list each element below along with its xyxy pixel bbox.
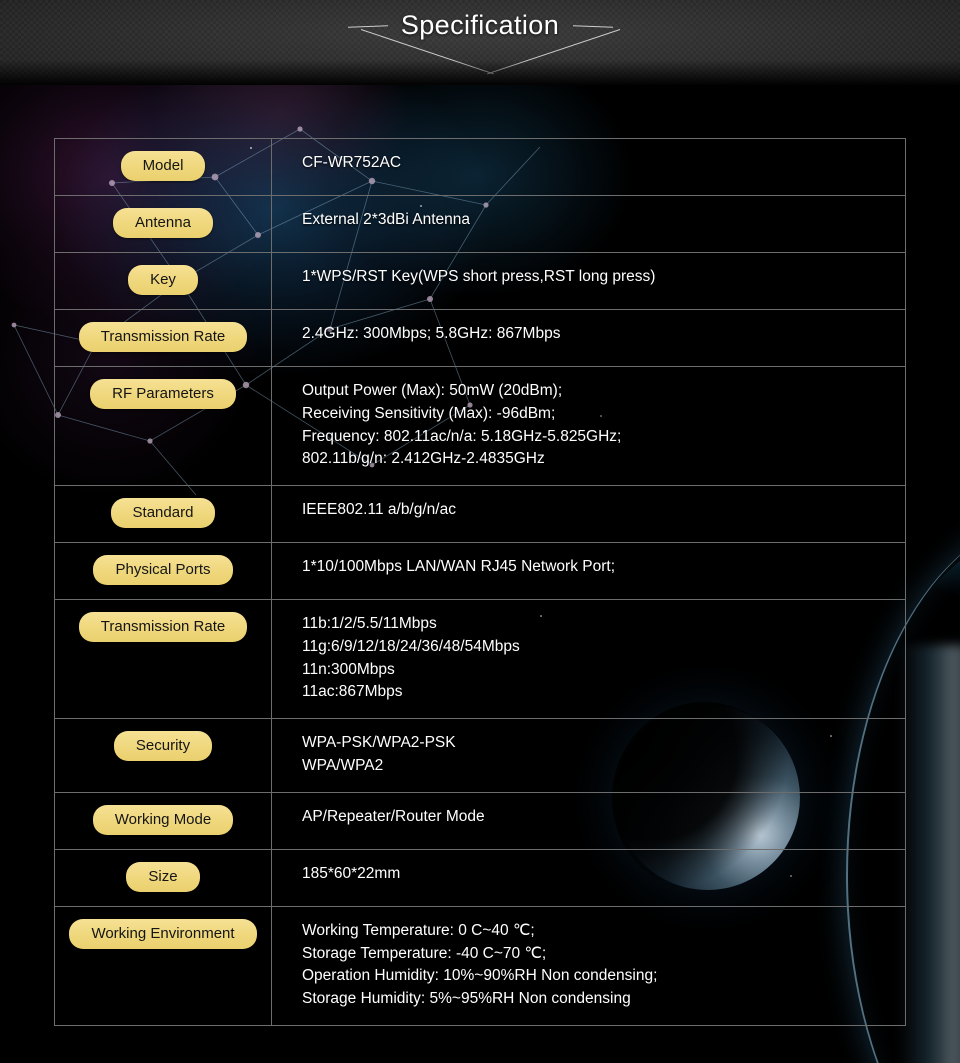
spec-label-cell: Security	[54, 718, 272, 793]
table-row: Transmission Rate 2.4GHz: 300Mbps; 5.8GH…	[54, 309, 906, 367]
spec-value-text: IEEE802.11 a/b/g/n/ac	[302, 501, 456, 519]
spec-value-text: 185*60*22mm	[302, 864, 401, 882]
spec-label-pill: Transmission Rate	[78, 612, 248, 643]
spec-label-pill: RF Parameters	[90, 379, 236, 409]
specification-table: Model CF-WR752AC Antenna External 2*3dBi…	[54, 138, 906, 1026]
table-row: Standard IEEE802.11 a/b/g/n/ac	[54, 485, 906, 544]
spec-value-text: CF-WR752AC	[302, 154, 402, 171]
spec-value-cell: CF-WR752AC	[271, 138, 906, 196]
spec-label-pill: Transmission Rate	[78, 322, 248, 352]
spec-value-text: WPA-PSK/WPA2-PSK WPA/WPA2	[302, 734, 456, 775]
spec-label-cell: Physical Ports	[54, 542, 272, 601]
spec-value-cell: Working Temperature: 0 C~40 ℃; Storage T…	[271, 905, 906, 1026]
table-row: Size 185*60*22mm	[54, 848, 906, 907]
spec-value-cell: 1*10/100Mbps LAN/WAN RJ45 Network Port;	[271, 542, 906, 601]
spec-value-cell: AP/Repeater/Router Mode	[271, 791, 906, 850]
table-row: Transmission Rate 11b:1/2/5.5/11Mbps 11g…	[54, 599, 906, 720]
spec-label-cell: Antenna	[54, 195, 272, 253]
spec-label-cell: Size	[54, 848, 272, 907]
spec-value-cell: External 2*3dBi Antenna	[271, 195, 906, 253]
spec-value-cell: Output Power (Max): 50mW (20dBm); Receiv…	[271, 365, 906, 487]
table-row: Model CF-WR752AC	[54, 138, 906, 196]
spec-label-pill: Model	[120, 151, 206, 181]
spec-label-cell: Transmission Rate	[54, 309, 272, 367]
spec-value-text: External 2*3dBi Antenna	[302, 211, 471, 228]
page-header-banner: Specification	[0, 0, 960, 85]
table-row: RF Parameters Output Power (Max): 50mW (…	[54, 365, 906, 487]
spec-value-text: 1*10/100Mbps LAN/WAN RJ45 Network Port;	[302, 558, 615, 576]
spec-value-cell: 185*60*22mm	[271, 848, 906, 907]
spec-label-cell: RF Parameters	[54, 365, 272, 487]
spec-label-pill: Key	[128, 265, 198, 295]
page-title: Specification	[400, 10, 560, 40]
spec-value-text: 11b:1/2/5.5/11Mbps 11g:6/9/12/18/24/36/4…	[302, 615, 520, 701]
spec-value-cell: WPA-PSK/WPA2-PSK WPA/WPA2	[271, 718, 906, 793]
spec-label-pill: Size	[126, 861, 200, 892]
spec-label-pill: Standard	[110, 498, 216, 529]
spec-label-cell: Working Mode	[54, 791, 272, 850]
spec-label-pill: Physical Ports	[93, 555, 233, 586]
specification-page: Specification Model CF-WR752AC Antenna E…	[0, 0, 960, 1063]
spec-value-text: 2.4GHz: 300Mbps; 5.8GHz: 867Mbps	[302, 325, 561, 342]
spec-label-pill: Working Environment	[69, 918, 257, 949]
table-row: Working Environment Working Temperature:…	[54, 905, 906, 1026]
spec-label-pill: Antenna	[113, 208, 213, 238]
spec-value-text: Output Power (Max): 50mW (20dBm); Receiv…	[302, 382, 622, 468]
spec-label-cell: Key	[54, 252, 272, 310]
table-row: Physical Ports 1*10/100Mbps LAN/WAN RJ45…	[54, 542, 906, 601]
specification-table-body: Model CF-WR752AC Antenna External 2*3dBi…	[54, 138, 906, 1026]
header-bottom-fade	[0, 60, 960, 85]
spec-label-pill: Working Mode	[92, 804, 234, 835]
planet-atmosphere-glow	[898, 645, 960, 1063]
spec-value-cell: IEEE802.11 a/b/g/n/ac	[271, 485, 906, 544]
table-row: Antenna External 2*3dBi Antenna	[54, 195, 906, 253]
spec-value-text: 1*WPS/RST Key(WPS short press,RST long p…	[302, 268, 656, 285]
spec-label-pill: Security	[113, 731, 213, 762]
spec-label-cell: Standard	[54, 485, 272, 544]
spec-label-cell: Model	[54, 138, 272, 196]
table-row: Working Mode AP/Repeater/Router Mode	[54, 791, 906, 850]
spec-label-cell: Transmission Rate	[54, 599, 272, 720]
spec-value-cell: 2.4GHz: 300Mbps; 5.8GHz: 867Mbps	[271, 309, 906, 367]
table-row: Key 1*WPS/RST Key(WPS short press,RST lo…	[54, 252, 906, 310]
spec-value-cell: 11b:1/2/5.5/11Mbps 11g:6/9/12/18/24/36/4…	[271, 599, 906, 720]
spec-label-cell: Working Environment	[54, 905, 272, 1026]
spec-value-text: Working Temperature: 0 C~40 ℃; Storage T…	[302, 921, 658, 1008]
table-row: Security WPA-PSK/WPA2-PSK WPA/WPA2	[54, 718, 906, 793]
spec-value-cell: 1*WPS/RST Key(WPS short press,RST long p…	[271, 252, 906, 310]
spec-value-text: AP/Repeater/Router Mode	[302, 807, 485, 825]
